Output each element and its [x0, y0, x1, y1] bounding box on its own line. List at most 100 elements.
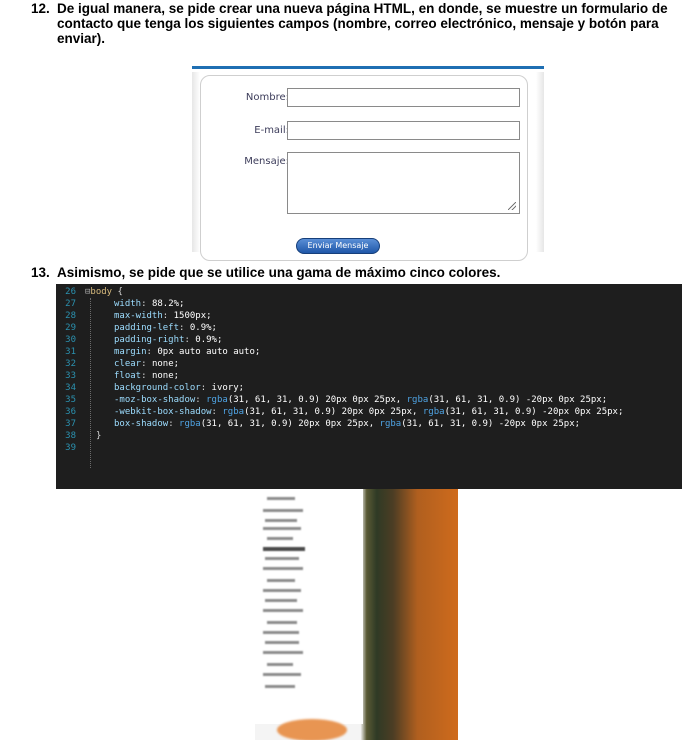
- line-number: 31: [65, 347, 76, 357]
- css-property: box-shadow: [114, 419, 169, 429]
- css-property: max-width: [114, 311, 163, 321]
- css-value: (31, 61, 31, 0.9) -20px 0px 25px;: [444, 407, 624, 417]
- css-property: width: [114, 299, 142, 309]
- css-function: rgba: [222, 407, 245, 417]
- preview-text-line: [263, 673, 301, 676]
- css-value: 1500px;: [173, 311, 212, 321]
- code-line: 39: [56, 442, 682, 454]
- message-textarea[interactable]: [287, 152, 520, 214]
- code-text: padding-left: 0.9%;: [114, 323, 217, 333]
- css-code-block: 26 ⊟body { 27 width: 88.2%; 28 max-width…: [56, 284, 682, 489]
- css-selector: body: [90, 287, 113, 297]
- css-value: 0.9%;: [189, 323, 217, 333]
- preview-text-line: [265, 641, 299, 644]
- css-value: 88.2%;: [151, 299, 185, 309]
- code-line: 33 float: none;: [56, 370, 682, 382]
- code-line: 29 padding-left: 0.9%;: [56, 322, 682, 334]
- code-line: 35 -moz-box-shadow: rgba(31, 61, 31, 0.9…: [56, 394, 682, 406]
- preview-text-line: [263, 589, 301, 592]
- contact-form-card: Nombre: E-mail: Mensaje: Enviar Mensaje: [200, 75, 528, 261]
- message-label: Mensaje:: [244, 156, 289, 167]
- open-brace: {: [112, 287, 123, 297]
- line-number: 39: [65, 443, 76, 453]
- code-text: clear: none;: [114, 359, 180, 369]
- css-value: 0px auto auto auto;: [157, 347, 261, 357]
- code-line: 27 width: 88.2%;: [56, 298, 682, 310]
- code-line: 36 -webkit-box-shadow: rgba(31, 61, 31, …: [56, 406, 682, 418]
- name-label: Nombre:: [245, 92, 289, 103]
- code-text: -moz-box-shadow: rgba(31, 61, 31, 0.9) 2…: [114, 395, 608, 405]
- line-number: 35: [65, 395, 76, 405]
- css-value: none;: [151, 359, 180, 369]
- css-value: (31, 61, 31, 0.9) 20px 0px 25px,: [200, 419, 380, 429]
- css-function: rgba: [179, 419, 201, 429]
- preview-text-line: [263, 547, 305, 551]
- line-number: 36: [65, 407, 76, 417]
- code-line: 37 box-shadow: rgba(31, 61, 31, 0.9) 20p…: [56, 418, 682, 430]
- line-number: 34: [65, 383, 76, 393]
- question-12-text: De igual manera, se pide crear una nueva…: [57, 1, 668, 46]
- css-value: (31, 61, 31, 0.9) -20px 0px 25px;: [401, 419, 581, 429]
- preview-text-line: [267, 579, 295, 582]
- css-function: rgba: [406, 395, 429, 405]
- preview-text-line: [263, 609, 303, 612]
- css-property: padding-right: [114, 335, 185, 345]
- css-value: 0.9%;: [195, 335, 223, 345]
- css-property: background-color: [114, 383, 201, 393]
- preview-text-line: [265, 519, 297, 522]
- question-13-text: Asimismo, se pide que se utilice una gam…: [57, 265, 501, 280]
- resize-handle-icon[interactable]: [508, 202, 516, 210]
- code-text: margin: 0px auto auto auto;: [114, 347, 261, 357]
- contact-form-screenshot: Nombre: E-mail: Mensaje: Enviar Mensaje: [192, 66, 544, 261]
- code-text: box-shadow: rgba(31, 61, 31, 0.9) 20px 0…: [114, 419, 581, 429]
- css-value: (31, 61, 31, 0.9) 20px 0px 25px,: [227, 395, 407, 405]
- form-left-shadow: [192, 72, 200, 252]
- line-number: 29: [65, 323, 76, 333]
- css-property: float: [114, 371, 142, 381]
- preview-text-line: [265, 557, 299, 560]
- css-property: padding-left: [114, 323, 180, 333]
- send-message-button[interactable]: Enviar Mensaje: [296, 238, 380, 254]
- code-text: float: none;: [114, 371, 180, 381]
- preview-text-line: [265, 599, 297, 602]
- code-text: background-color: ivory;: [114, 383, 245, 393]
- line-number: 26: [65, 287, 76, 297]
- css-property: -moz-box-shadow: [114, 395, 196, 405]
- code-text: padding-right: 0.9%;: [114, 335, 223, 345]
- preview-text-line: [267, 497, 295, 500]
- css-property: -webkit-box-shadow: [114, 407, 212, 417]
- question-12-number: 12.: [31, 1, 50, 16]
- preview-text-line: [267, 621, 297, 624]
- line-number: 37: [65, 419, 76, 429]
- email-input[interactable]: [287, 121, 520, 140]
- code-text: max-width: 1500px;: [114, 311, 212, 321]
- preview-text-line: [265, 685, 295, 688]
- preview-text-line: [263, 567, 303, 570]
- close-brace: }: [96, 431, 102, 441]
- css-value: (31, 61, 31, 0.9) 20px 0px 25px,: [244, 407, 423, 417]
- line-number: 32: [65, 359, 76, 369]
- question-13-number: 13.: [31, 265, 50, 280]
- preview-orange-shape: [277, 719, 347, 740]
- line-number: 38: [65, 431, 76, 441]
- code-line: 32 clear: none;: [56, 358, 682, 370]
- line-number: 27: [65, 299, 76, 309]
- code-line: 31 margin: 0px auto auto auto;: [56, 346, 682, 358]
- code-line: 30 padding-right: 0.9%;: [56, 334, 682, 346]
- css-value: ivory;: [211, 383, 245, 393]
- code-text: ⊟body {: [85, 286, 123, 298]
- code-line: 26 ⊟body {: [56, 286, 682, 298]
- code-text: -webkit-box-shadow: rgba(31, 61, 31, 0.9…: [114, 407, 624, 417]
- preview-text-line: [263, 651, 303, 654]
- form-accent-bar: [192, 66, 544, 69]
- name-input[interactable]: [287, 88, 520, 107]
- line-number: 28: [65, 311, 76, 321]
- email-label: E-mail:: [254, 125, 289, 136]
- preview-text-line: [263, 631, 299, 634]
- preview-content-panel: [255, 489, 363, 724]
- preview-text-line: [267, 537, 293, 540]
- preview-text-line: [263, 509, 303, 512]
- css-property: margin: [114, 347, 147, 357]
- preview-text-line: [267, 663, 293, 666]
- code-text: width: 88.2%;: [114, 299, 185, 309]
